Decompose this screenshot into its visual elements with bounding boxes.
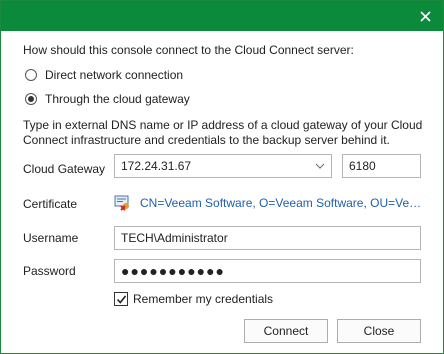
connection-prompt: How should this console connect to the C… bbox=[23, 43, 354, 57]
title-bar bbox=[1, 1, 443, 31]
certificate-label: Certificate bbox=[23, 197, 78, 211]
username-label: Username bbox=[23, 231, 79, 245]
password-value: ●●●●●●●●●●● bbox=[121, 263, 226, 279]
cloud-gateway-value: 172.24.31.67 bbox=[121, 159, 192, 173]
gateway-hint: Type in external DNS name or IP address … bbox=[23, 118, 423, 147]
checkmark-icon bbox=[116, 295, 126, 304]
chevron-down-icon[interactable] bbox=[315, 162, 325, 170]
close-icon[interactable] bbox=[407, 1, 443, 31]
cloud-gateway-combo[interactable]: 172.24.31.67 bbox=[114, 154, 332, 178]
password-field[interactable]: ●●●●●●●●●●● bbox=[114, 259, 421, 283]
radio-direct-connection[interactable]: Direct network connection bbox=[25, 68, 183, 82]
certificate-error-icon bbox=[114, 195, 129, 211]
radio-label: Through the cloud gateway bbox=[45, 92, 190, 106]
certificate-row: CN=Veeam Software, O=Veeam Software, OU=… bbox=[114, 194, 424, 212]
cloud-gateway-label: Cloud Gateway bbox=[23, 162, 106, 176]
connect-button[interactable]: Connect bbox=[244, 319, 328, 343]
checkbox-box[interactable] bbox=[114, 292, 128, 306]
remember-label: Remember my credentials bbox=[133, 292, 274, 306]
radio-cloud-gateway[interactable]: Through the cloud gateway bbox=[25, 92, 190, 106]
port-value: 6180 bbox=[349, 159, 376, 173]
username-field[interactable]: TECH\Administrator bbox=[114, 226, 421, 250]
connect-dialog: How should this console connect to the C… bbox=[0, 0, 444, 354]
radio-label: Direct network connection bbox=[45, 68, 184, 82]
radio-button[interactable] bbox=[25, 93, 37, 105]
password-label: Password bbox=[23, 264, 76, 278]
remember-credentials-checkbox[interactable]: Remember my credentials bbox=[114, 292, 273, 306]
radio-button[interactable] bbox=[25, 69, 37, 81]
port-field[interactable]: 6180 bbox=[342, 154, 421, 178]
username-value: TECH\Administrator bbox=[121, 231, 228, 245]
certificate-link[interactable]: CN=Veeam Software, O=Veeam Software, OU=… bbox=[140, 196, 422, 210]
close-button[interactable]: Close bbox=[337, 319, 421, 343]
